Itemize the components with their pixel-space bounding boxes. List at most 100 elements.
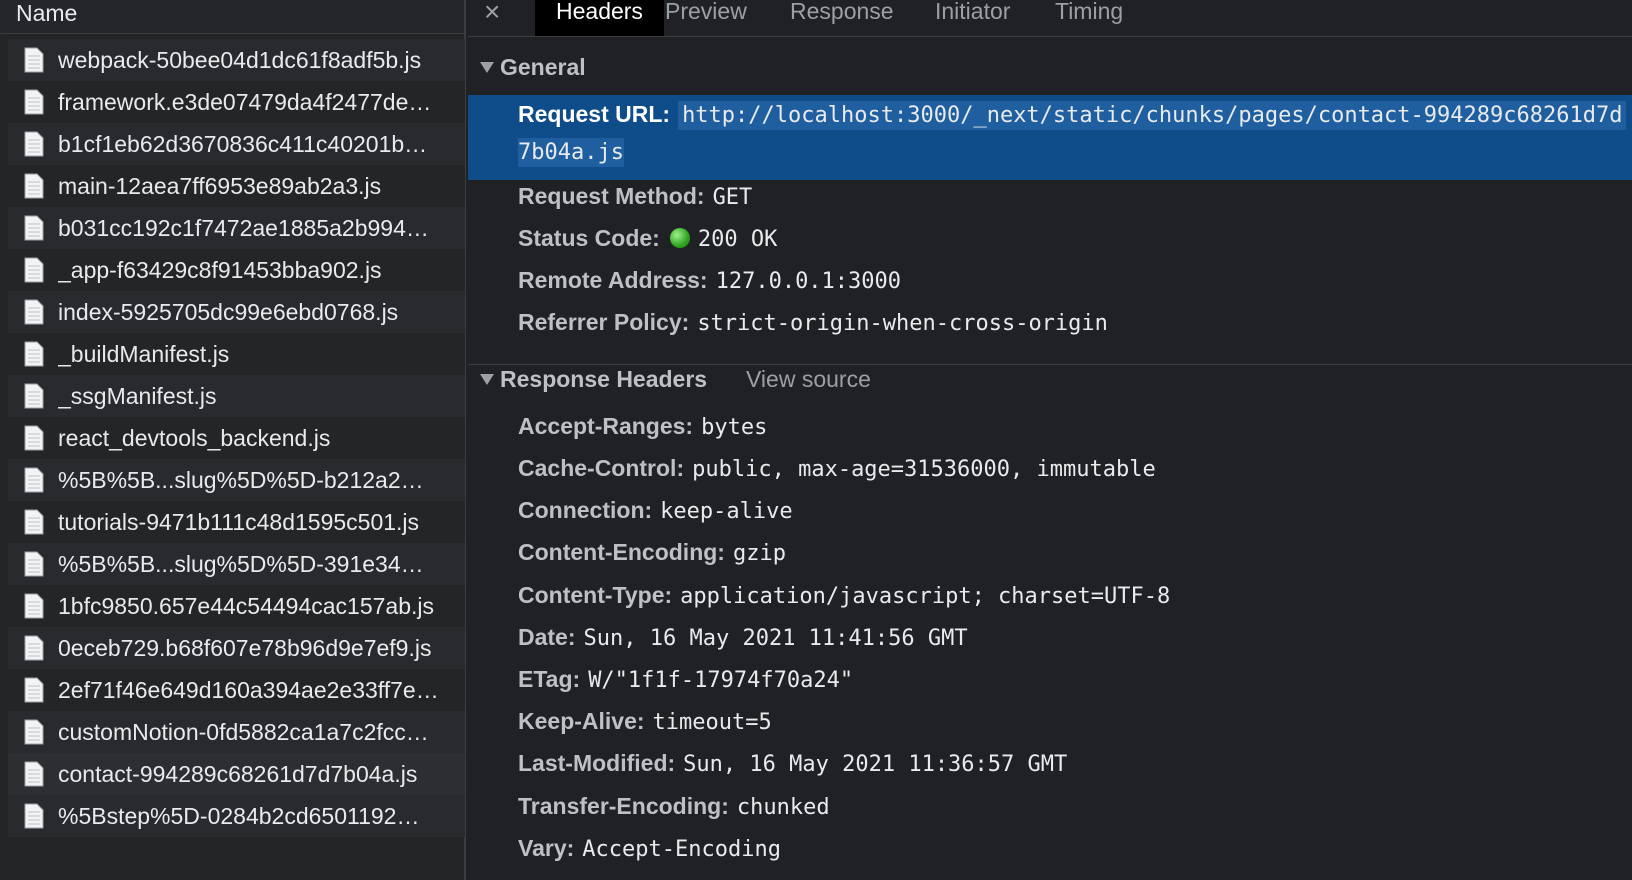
request-url-row[interactable]: Request URL: http://localhost:3000/_next/… (518, 101, 1627, 130)
header-row: Content-Type: application/javascript; cha… (518, 582, 1170, 609)
header-value: bytes (701, 415, 768, 440)
details-tabbar: × Headers Preview Response Initiator Tim… (468, 0, 1632, 37)
request-name: b1cf1eb62d3670836c411c40201b… (58, 130, 428, 157)
request-row[interactable]: %5Bstep%5D-0284b2cd6501192… (8, 795, 465, 837)
tab-response[interactable]: Response (790, 0, 894, 36)
header-value: public, max-age=31536000, immutable (692, 457, 1156, 482)
header-value: Sun, 16 May 2021 11:36:57 GMT (683, 752, 1068, 777)
header-value: Accept-Encoding (582, 837, 781, 862)
file-icon (24, 425, 44, 451)
request-name: 0eceb729.b68f607e78b96d9e7ef9.js (58, 634, 432, 661)
file-icon (24, 593, 44, 619)
file-icon (24, 299, 44, 325)
status-ok-icon (669, 228, 690, 248)
file-icon (24, 131, 44, 157)
header-row: Vary: Accept-Encoding (518, 835, 781, 862)
header-row: Content-Encoding: gzip (518, 539, 786, 566)
header-value: Sun, 16 May 2021 11:41:56 GMT (583, 626, 968, 651)
file-icon (24, 761, 44, 787)
header-row: Keep-Alive: timeout=5 (518, 708, 772, 735)
request-row[interactable]: _ssgManifest.js (8, 375, 465, 417)
file-icon (24, 173, 44, 199)
request-row[interactable]: index-5925705dc99e6ebd0768.js (8, 291, 465, 333)
request-row[interactable]: %5B%5B...slug%5D%5D-391e34… (8, 543, 465, 585)
header-key: Referrer Policy: (518, 309, 690, 335)
request-row[interactable]: _app-f63429c8f91453bba902.js (8, 249, 465, 291)
request-row[interactable]: tutorials-9471b111c48d1595c501.js (8, 501, 465, 543)
request-row[interactable]: 1bfc9850.657e44c54494cac157ab.js (8, 585, 465, 627)
request-row[interactable]: framework.e3de07479da4f2477de… (8, 81, 465, 123)
request-name: customNotion-0fd5882ca1a7c2fcc… (58, 718, 429, 745)
request-row[interactable]: 0eceb729.b68f607e78b96d9e7ef9.js (8, 627, 465, 669)
request-name: b031cc192c1f7472ae1885a2b994… (58, 214, 429, 241)
request-row[interactable]: customNotion-0fd5882ca1a7c2fcc… (8, 711, 465, 753)
header-key: Vary: (518, 835, 575, 861)
header-key: Date: (518, 624, 576, 650)
file-icon (24, 89, 44, 115)
file-icon (24, 467, 44, 493)
triangle-down-icon (480, 374, 494, 385)
request-details-panel: × Headers Preview Response Initiator Tim… (468, 0, 1632, 880)
request-row[interactable]: b031cc192c1f7472ae1885a2b994… (8, 207, 465, 249)
header-key: Content-Encoding: (518, 539, 725, 565)
header-key: Connection: (518, 497, 653, 523)
header-value: 200 OK (697, 227, 778, 252)
request-name: _app-f63429c8f91453bba902.js (58, 256, 382, 283)
file-icon (24, 635, 44, 661)
header-row: Last-Modified: Sun, 16 May 2021 11:36:57 … (518, 750, 1067, 777)
header-value: GET (712, 185, 753, 210)
file-icon (24, 257, 44, 283)
request-name: 2ef71f46e649d160a394ae2e33ff7e… (58, 676, 439, 703)
request-row[interactable]: %5B%5B...slug%5D%5D-b212a2… (8, 459, 465, 501)
request-row[interactable]: _buildManifest.js (8, 333, 465, 375)
header-row: Remote Address: 127.0.0.1:3000 (518, 267, 901, 294)
request-name: react_devtools_backend.js (58, 424, 331, 451)
header-row: Request Method: GET (518, 183, 752, 210)
name-column-header[interactable]: Name (16, 0, 77, 26)
request-name: webpack-50bee04d1dc61f8adf5b.js (58, 46, 422, 73)
header-value: application/javascript; charset=UTF-8 (680, 584, 1171, 609)
request-row[interactable]: react_devtools_backend.js (8, 417, 465, 459)
header-value: strict-origin-when-cross-origin (697, 311, 1108, 336)
file-icon (24, 803, 44, 829)
tab-timing[interactable]: Timing (1055, 0, 1123, 36)
header-row: Referrer Policy: strict-origin-when-cross… (518, 309, 1108, 336)
tab-headers[interactable]: Headers (535, 0, 664, 36)
triangle-down-icon (480, 62, 494, 73)
request-row[interactable]: webpack-50bee04d1dc61f8adf5b.js (8, 39, 465, 81)
file-icon (24, 383, 44, 409)
request-row[interactable]: b1cf1eb62d3670836c411c40201b… (8, 123, 465, 165)
response-headers-section-title: Response Headers (500, 366, 708, 392)
file-icon (24, 47, 44, 73)
request-name: _buildManifest.js (58, 340, 230, 367)
header-key: Last-Modified: (518, 750, 676, 776)
request-name: %5Bstep%5D-0284b2cd6501192… (58, 802, 420, 829)
tab-preview[interactable]: Preview (665, 0, 747, 36)
header-key: Transfer-Encoding: (518, 793, 729, 819)
header-value: 127.0.0.1:3000 (715, 269, 902, 294)
header-key: Remote Address: (518, 267, 708, 293)
header-value: timeout=5 (652, 710, 772, 735)
header-value: W/"1f1f-17974f70a24" (588, 668, 854, 693)
header-row: Cache-Control: public, max-age=31536000, … (518, 455, 1156, 482)
header-key: Cache-Control: (518, 455, 685, 481)
header-row: Date: Sun, 16 May 2021 11:41:56 GMT (518, 624, 968, 651)
header-value: chunked (736, 795, 830, 820)
request-row-selected[interactable]: contact-994289c68261d7d7b04a.js (8, 753, 465, 795)
header-row: Status Code: 200 OK (518, 225, 777, 252)
response-headers-section-toggle[interactable]: Response Headers (480, 366, 707, 393)
request-url-key: Request URL: (518, 101, 671, 127)
close-icon[interactable]: × (484, 0, 500, 28)
request-name: framework.e3de07479da4f2477de… (58, 88, 432, 115)
general-section-toggle[interactable]: General (480, 54, 586, 81)
request-row[interactable]: main-12aea7ff6953e89ab2a3.js (8, 165, 465, 207)
request-url-value-continued: 7b04a.js (518, 138, 624, 167)
header-key: Keep-Alive: (518, 708, 645, 734)
header-key: ETag: (518, 666, 581, 692)
request-name: 1bfc9850.657e44c54494cac157ab.js (58, 592, 434, 619)
request-row[interactable]: 2ef71f46e649d160a394ae2e33ff7e… (8, 669, 465, 711)
request-list-panel: Name webpack-50bee04d1dc61f8adf5b.js fra… (0, 0, 466, 880)
view-source-link[interactable]: View source (746, 366, 871, 393)
tab-initiator[interactable]: Initiator (935, 0, 1010, 36)
file-icon (24, 215, 44, 241)
